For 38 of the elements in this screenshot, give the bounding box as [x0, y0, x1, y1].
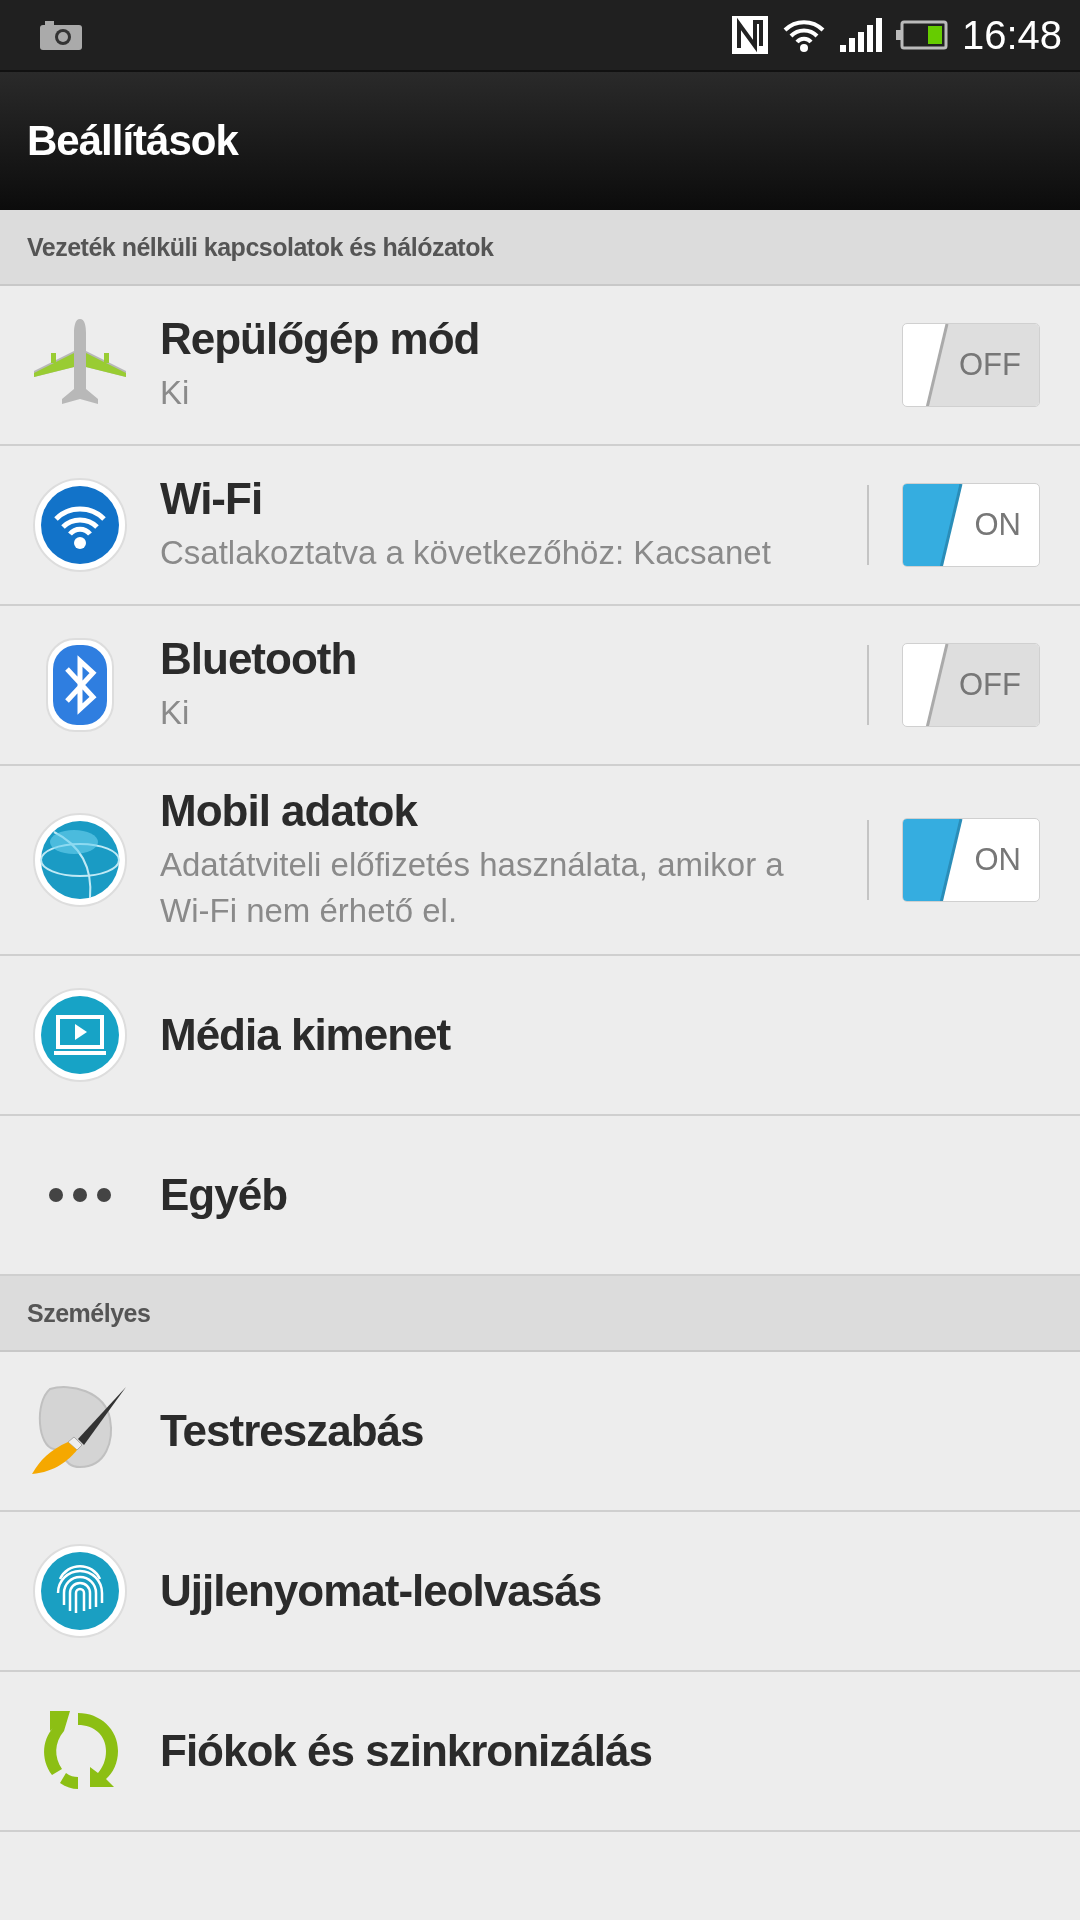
- wifi-icon: [781, 17, 826, 53]
- setting-title: Bluetooth: [160, 634, 358, 684]
- battery-icon: [895, 20, 948, 50]
- setting-summary: Adatátviteli előfizetés használata, amikor a Wi-Fi nem érhető el.: [160, 845, 785, 931]
- settings-row[interactable]: Média kimenet: [0, 956, 1080, 1116]
- setting-title: Fiókok és szinkronizálás: [160, 1726, 653, 1776]
- settings-row[interactable]: Wi-Fi Csatlakoztatva a következőhöz: Kacsanet ON: [0, 446, 1080, 606]
- setting-title: Repülőgép mód: [160, 314, 481, 364]
- nfc-icon: [731, 16, 768, 54]
- settings-row[interactable]: Repülőgép mód Ki OFF: [0, 286, 1080, 446]
- setting-title: Mobil adatok: [160, 786, 419, 836]
- toggle-switch[interactable]: ON: [902, 483, 1040, 567]
- settings-row[interactable]: Mobil adatok Adatátviteli előfizetés használata, amikor a Wi-Fi nem érhető el. ON: [0, 766, 1080, 956]
- globe-icon: [32, 812, 128, 908]
- settings-row[interactable]: Fiókok és szinkronizálás: [0, 1672, 1080, 1832]
- signal-icon: [839, 18, 882, 52]
- setting-title: Ujjlenyomat-leolvasás: [160, 1566, 603, 1616]
- screen-title: Beállítások: [27, 117, 238, 165]
- bluetooth-icon: [45, 637, 115, 733]
- setting-summary: Ki: [160, 373, 191, 413]
- setting-title: Egyéb: [160, 1170, 289, 1220]
- setting-title: Média kimenet: [160, 1010, 452, 1060]
- settings-row[interactable]: Bluetooth Ki OFF: [0, 606, 1080, 766]
- play-screen-icon: [32, 987, 128, 1083]
- toggle-switch[interactable]: ON: [902, 818, 1040, 902]
- setting-title: Wi-Fi: [160, 474, 264, 524]
- setting-summary: Ki: [160, 693, 191, 733]
- more-icon: [48, 1187, 112, 1203]
- fingerprint-icon: [32, 1543, 128, 1639]
- wifi-icon: [32, 477, 128, 573]
- setting-summary: Csatlakoztatva a következőhöz: Kacsanet: [160, 533, 772, 573]
- section-header: Vezeték nélküli kapcsolatok és hálózatok: [27, 232, 494, 262]
- camera-icon: [40, 20, 82, 50]
- settings-row[interactable]: Ujjlenyomat-leolvasás: [0, 1512, 1080, 1672]
- setting-title: Testreszabás: [160, 1406, 425, 1456]
- clock-time: 16:48: [961, 12, 1062, 58]
- settings-row[interactable]: Testreszabás: [0, 1352, 1080, 1512]
- section-header: Személyes: [27, 1298, 151, 1328]
